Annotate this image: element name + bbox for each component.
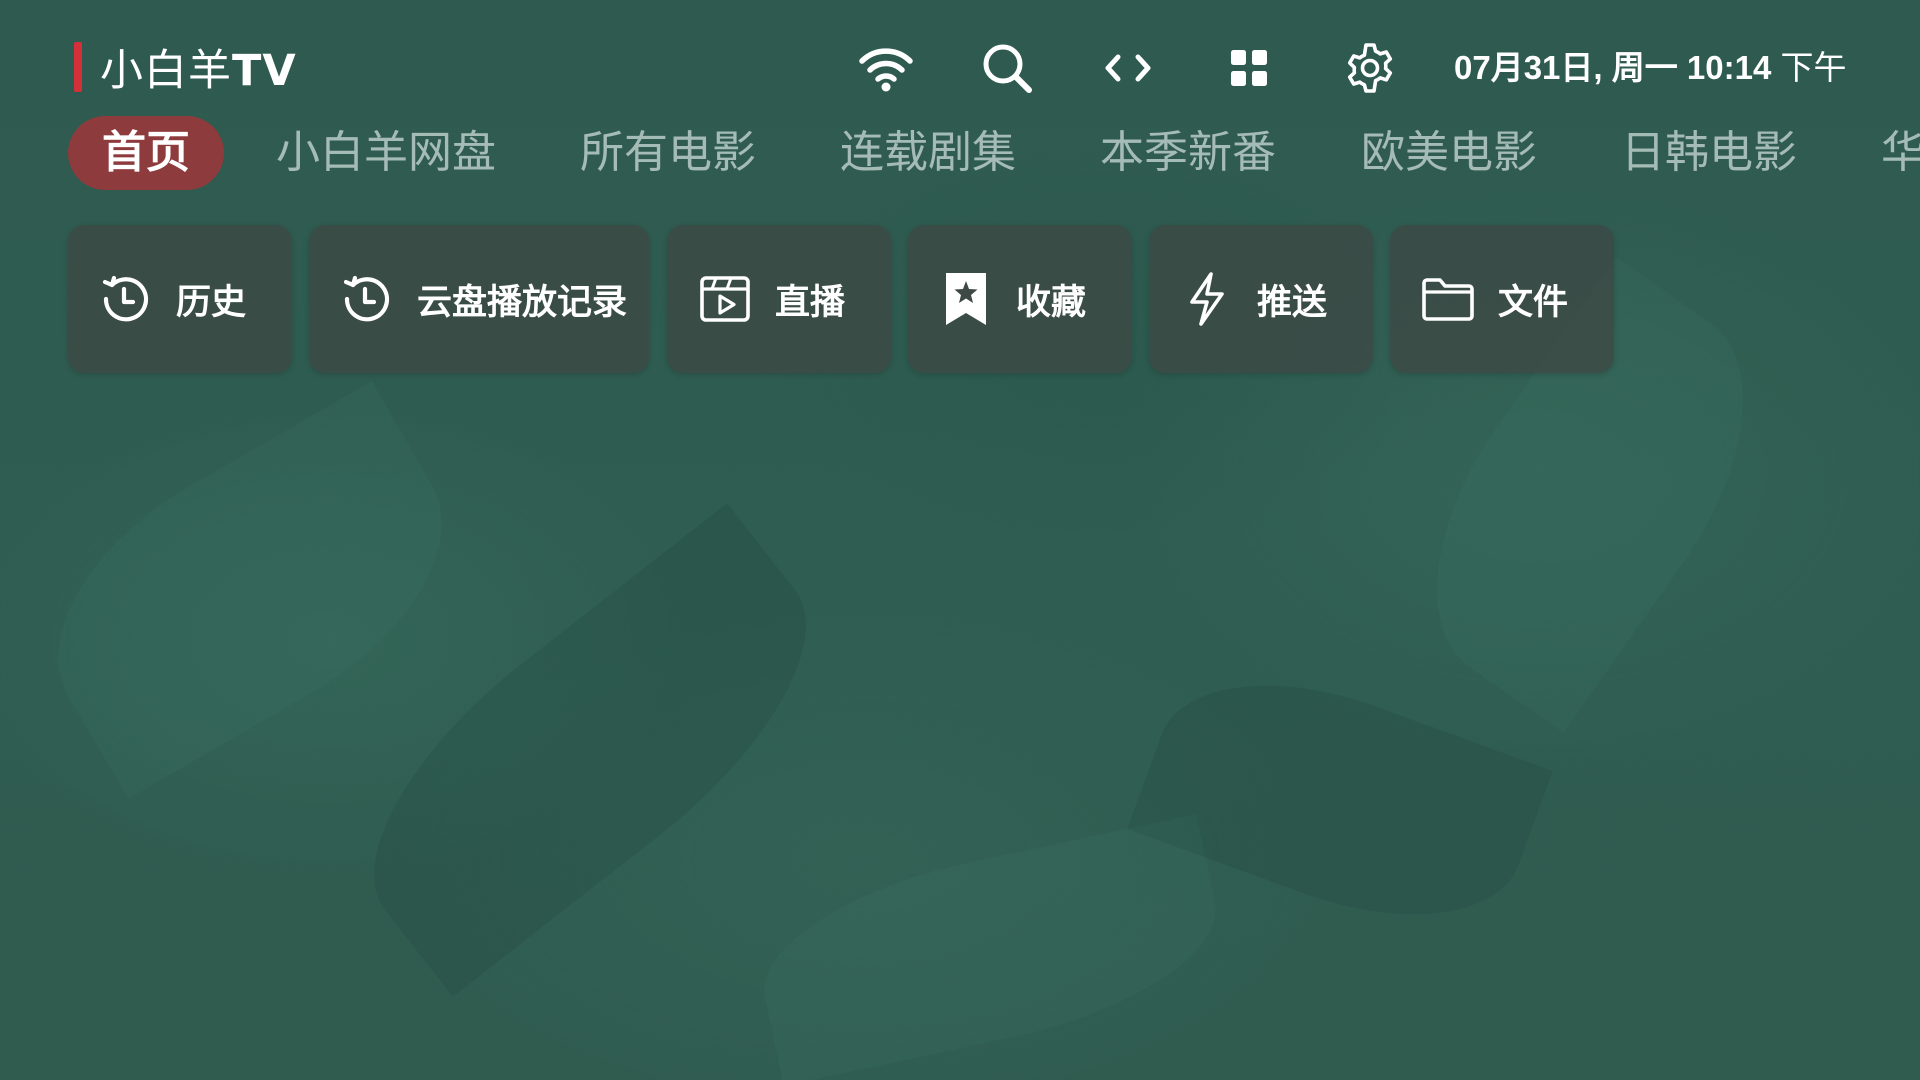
background-leaf <box>746 814 1234 1080</box>
grid-apps-icon[interactable] <box>1221 40 1277 96</box>
history-button[interactable]: 历史 <box>68 225 292 373</box>
lightning-icon <box>1179 271 1235 327</box>
push-label: 推送 <box>1257 282 1328 323</box>
tab-home[interactable]: 首页 <box>68 116 224 190</box>
play-clapper-icon <box>697 271 753 327</box>
folder-icon <box>1420 271 1476 327</box>
history-label: 历史 <box>176 282 247 323</box>
status-clock: 07月31日, 周一 10:14 下午 <box>1454 46 1847 90</box>
category-tabs: 首页 小白羊网盘 所有电影 连载剧集 本季新番 欧美电影 日韩电影 华 <box>68 116 1920 190</box>
wifi-icon[interactable] <box>858 40 914 96</box>
bookmark-star-icon <box>938 271 994 327</box>
files-label: 文件 <box>1498 282 1569 323</box>
app-title: 小白羊TV <box>100 36 297 98</box>
top-bar: 小白羊TV 07月31日, 周一 10:14 下午 <box>0 0 1920 120</box>
background-leaf <box>8 381 492 799</box>
app-title-main: 小白羊 <box>100 46 232 96</box>
tab-cloud-drive[interactable]: 小白羊网盘 <box>276 116 496 190</box>
favorites-button[interactable]: 收藏 <box>908 225 1132 373</box>
favorites-label: 收藏 <box>1016 282 1087 323</box>
gear-icon[interactable] <box>1342 40 1398 96</box>
app-brand: 小白羊TV <box>74 42 297 96</box>
tab-new-anime[interactable]: 本季新番 <box>1100 116 1276 190</box>
files-button[interactable]: 文件 <box>1390 225 1614 373</box>
search-icon[interactable] <box>979 40 1035 96</box>
cloud-playback-history-label: 云盘播放记录 <box>417 282 628 323</box>
cloud-playback-history-button[interactable]: 云盘播放记录 <box>309 225 649 373</box>
live-label: 直播 <box>775 282 846 323</box>
tab-chinese[interactable]: 华 <box>1881 116 1920 190</box>
brand-accent-bar <box>74 42 82 92</box>
clock-period: 下午 <box>1780 49 1847 86</box>
tab-western-movies[interactable]: 欧美电影 <box>1361 116 1537 190</box>
tab-all-movies[interactable]: 所有电影 <box>580 116 756 190</box>
app-title-suffix: TV <box>232 46 297 96</box>
clock-time: 10:14 <box>1686 49 1772 86</box>
push-button[interactable]: 推送 <box>1149 225 1373 373</box>
history-icon <box>339 271 395 327</box>
live-button[interactable]: 直播 <box>667 225 891 373</box>
code-arrows-icon[interactable] <box>1100 40 1156 96</box>
background-leaf <box>317 503 863 997</box>
clock-date: 07月31日, 周一 <box>1454 49 1678 86</box>
background-leaf <box>1127 641 1553 959</box>
history-icon <box>98 271 154 327</box>
tab-series[interactable]: 连载剧集 <box>840 116 1016 190</box>
tab-jp-kr-movies[interactable]: 日韩电影 <box>1621 116 1797 190</box>
